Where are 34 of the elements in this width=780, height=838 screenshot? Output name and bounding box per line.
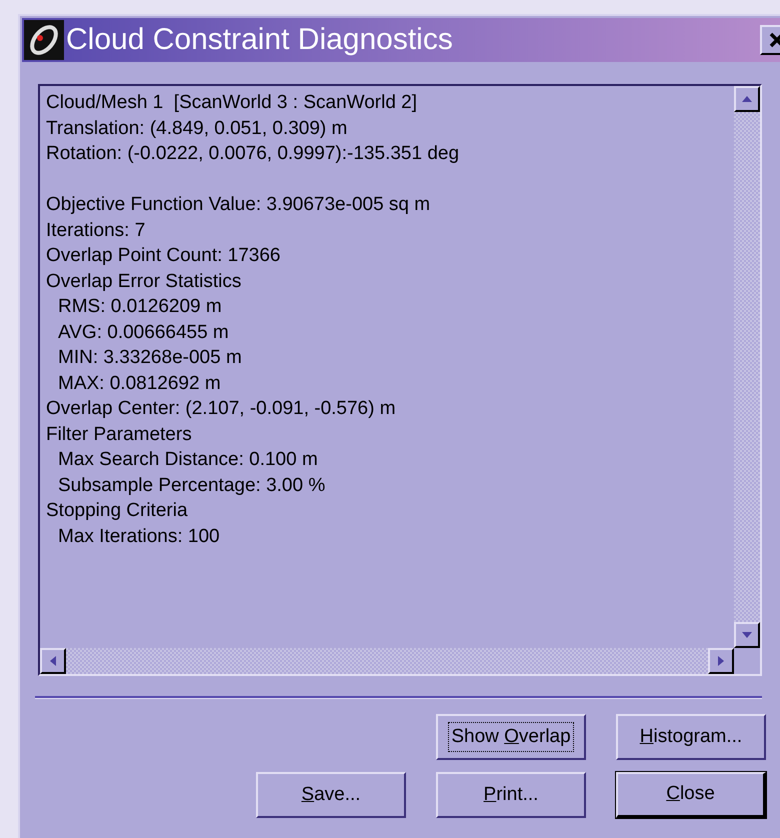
report-line: Max Iterations: 100 [57,524,221,548]
report-line: Subsample Percentage: 3.00 % [57,474,326,498]
vertical-scrollbar[interactable] [734,86,760,648]
report-line: AVG: 0.00666455 m [57,320,230,344]
report-line: Stopping Criteria [46,499,189,523]
default-button[interactable]: Close [616,772,766,818]
dialog-button[interactable]: Print... [436,772,586,818]
right-arrow-icon [718,656,724,666]
dialog-button[interactable]: Save... [256,772,406,818]
dialog-button[interactable]: Show Overlap [436,714,586,760]
down-arrow-icon [742,632,752,638]
up-arrow-icon [742,96,752,102]
scroll-up-button[interactable] [734,86,760,112]
report-line: RMS: 0.0126209 m [57,295,223,319]
scroll-down-button[interactable] [734,622,760,648]
report-line: Objective Function Value: 3.90673e-005 sq m [46,193,432,217]
report-line: MAX: 0.0812692 m [57,372,222,396]
report-line: Max Search Distance: 0.100 m [57,448,319,472]
scroll-right-button[interactable] [708,648,734,674]
report-line: Filter Parameters [46,422,193,446]
report-line: Translation: (4.849, 0.051, 0.309) m [46,116,348,140]
dialog-button[interactable]: Histogram... [616,714,766,760]
report-line: Cloud/Mesh 1 [ScanWorld 3 : ScanWorld 2] [46,91,418,115]
report-line: Overlap Point Count: 17366 [46,244,282,268]
report-line: MIN: 3.33268e-005 m [57,346,243,370]
report-line: Overlap Center: (2.107, -0.091, -0.576) m [46,397,397,421]
horizontal-scrollbar[interactable] [40,648,734,674]
left-arrow-icon [50,656,56,666]
app-logo-icon [24,20,64,60]
window-title: Cloud Constraint Diagnostics [66,25,453,55]
report-line: Rotation: (-0.0222, 0.0076, 0.9997):-135.351 deg [46,142,460,166]
report-line: Iterations: 7 [46,218,146,242]
report-line: Overlap Error Statistics [46,270,242,294]
scroll-left-button[interactable] [40,648,66,674]
